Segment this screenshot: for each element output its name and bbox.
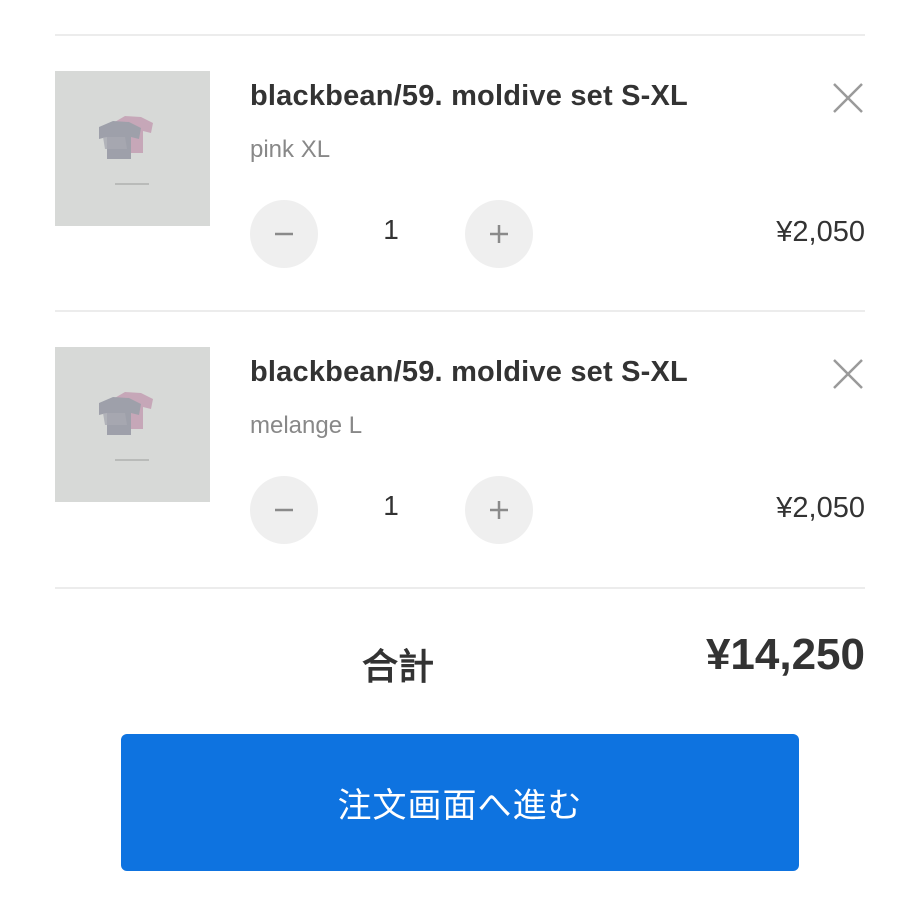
plus-icon bbox=[490, 501, 508, 519]
product-variant: melange L bbox=[250, 412, 363, 439]
quantity-value: 1 bbox=[383, 490, 399, 521]
decrease-quantity-button[interactable] bbox=[250, 476, 318, 544]
plus-icon bbox=[490, 225, 508, 243]
product-variant: pink XL bbox=[250, 136, 331, 163]
checkout-button[interactable]: 注文画面へ進む bbox=[121, 734, 799, 871]
remove-item-button[interactable] bbox=[830, 356, 866, 392]
close-icon bbox=[833, 359, 863, 389]
close-icon bbox=[833, 83, 863, 113]
total-label: 合計 bbox=[362, 647, 435, 688]
item-price: ¥2,050 bbox=[776, 492, 865, 524]
increase-quantity-button[interactable] bbox=[465, 200, 533, 268]
quantity-value: 1 bbox=[383, 214, 399, 245]
product-title[interactable]: blackbean/59. moldive set S-XL bbox=[250, 356, 688, 389]
cart-item: blackbean/59. moldive set S-XL pink XL 1… bbox=[55, 36, 865, 311]
remove-item-button[interactable] bbox=[830, 80, 866, 116]
product-image bbox=[55, 71, 210, 226]
product-image bbox=[55, 347, 210, 502]
total-divider bbox=[55, 587, 865, 589]
item-price: ¥2,050 bbox=[776, 216, 865, 248]
product-title[interactable]: blackbean/59. moldive set S-XL bbox=[250, 80, 688, 113]
cart-item: blackbean/59. moldive set S-XL melange L… bbox=[55, 312, 865, 587]
increase-quantity-button[interactable] bbox=[465, 476, 533, 544]
total-value: ¥14,250 bbox=[705, 630, 865, 679]
minus-icon bbox=[275, 508, 293, 512]
decrease-quantity-button[interactable] bbox=[250, 200, 318, 268]
minus-icon bbox=[275, 232, 293, 236]
